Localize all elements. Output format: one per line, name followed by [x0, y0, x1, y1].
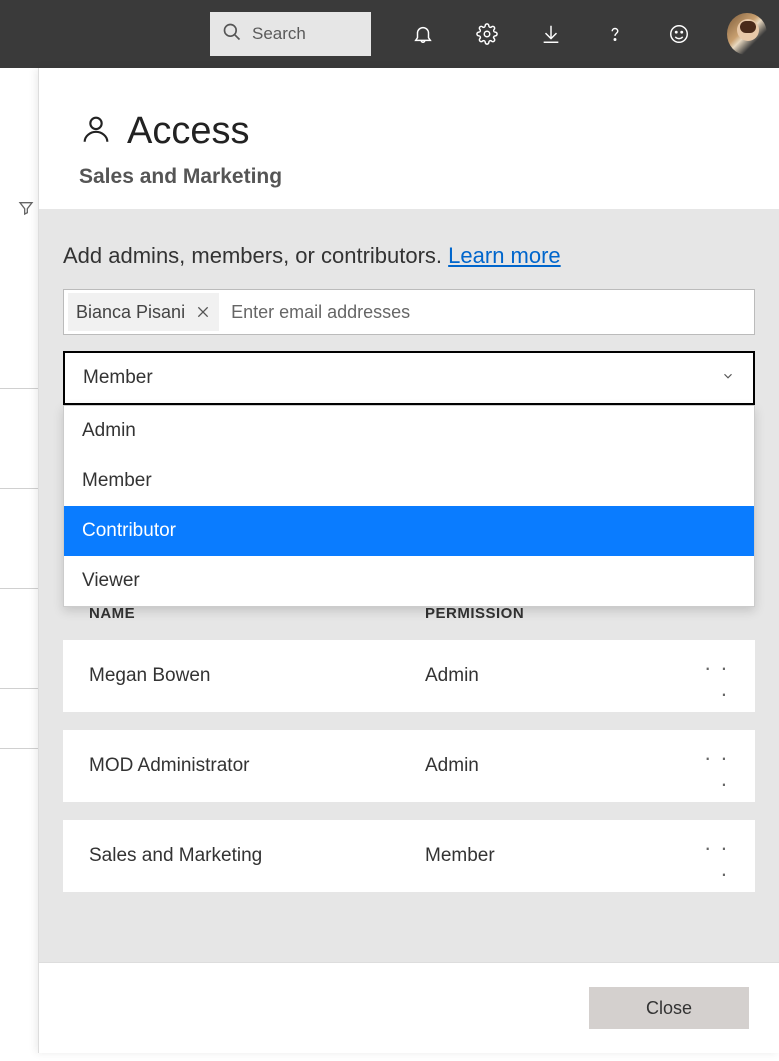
panel-subtitle: Sales and Marketing [79, 165, 739, 189]
close-button[interactable]: Close [589, 987, 749, 1029]
table-row: Sales and MarketingMember. . . [63, 820, 755, 892]
feedback-icon[interactable] [647, 0, 711, 68]
row-permission: Member [425, 845, 689, 867]
help-icon[interactable] [583, 0, 647, 68]
more-icon[interactable]: . . . [689, 650, 729, 702]
search-box[interactable] [210, 12, 371, 56]
panel-body: Add admins, members, or contributors. Le… [39, 209, 779, 962]
row-permission: Admin [425, 755, 689, 777]
panel-footer: Close [39, 962, 779, 1053]
table-row: MOD AdministratorAdmin. . . [63, 730, 755, 802]
role-option-viewer[interactable]: Viewer [64, 556, 754, 606]
row-name: Megan Bowen [89, 665, 425, 687]
panel-header: Access Sales and Marketing [39, 68, 779, 209]
more-icon[interactable]: . . . [689, 740, 729, 792]
avatar[interactable] [727, 13, 767, 55]
role-select: Member AdminMemberContributorViewer [63, 351, 755, 405]
row-permission: Admin [425, 665, 689, 687]
chevron-down-icon [721, 367, 735, 389]
user-chip: Bianca Pisani [68, 293, 219, 331]
email-field[interactable] [219, 302, 750, 323]
role-select-box[interactable]: Member [63, 351, 755, 405]
search-input[interactable] [252, 24, 359, 44]
download-icon[interactable] [519, 0, 583, 68]
top-bar [0, 0, 779, 68]
bell-icon[interactable] [391, 0, 455, 68]
person-icon [79, 112, 113, 151]
access-panel: Access Sales and Marketing Add admins, m… [38, 68, 779, 1053]
instruction-prefix: Add admins, members, or contributors. [63, 243, 448, 268]
search-icon [222, 22, 242, 47]
table-header: NAME PERMISSION [63, 605, 755, 622]
role-option-member[interactable]: Member [64, 456, 754, 506]
members-table: NAME PERMISSION Megan BowenAdmin. . .MOD… [63, 605, 755, 892]
row-name: Sales and Marketing [89, 845, 425, 867]
role-selected-label: Member [83, 367, 153, 389]
col-permission-header: PERMISSION [425, 605, 729, 622]
panel-title: Access [127, 110, 249, 153]
chip-label: Bianca Pisani [76, 302, 185, 323]
instruction-text: Add admins, members, or contributors. Le… [63, 243, 755, 269]
more-icon[interactable]: . . . [689, 830, 729, 882]
col-name-header: NAME [89, 605, 425, 622]
close-icon[interactable] [195, 304, 211, 320]
gear-icon[interactable] [455, 0, 519, 68]
filter-icon [18, 200, 34, 221]
role-option-admin[interactable]: Admin [64, 406, 754, 456]
role-dropdown: AdminMemberContributorViewer [63, 405, 755, 607]
email-input-container[interactable]: Bianca Pisani [63, 289, 755, 335]
row-name: MOD Administrator [89, 755, 425, 777]
role-option-contributor[interactable]: Contributor [64, 506, 754, 556]
top-icon-group [391, 0, 711, 68]
table-row: Megan BowenAdmin. . . [63, 640, 755, 712]
learn-more-link[interactable]: Learn more [448, 243, 561, 268]
